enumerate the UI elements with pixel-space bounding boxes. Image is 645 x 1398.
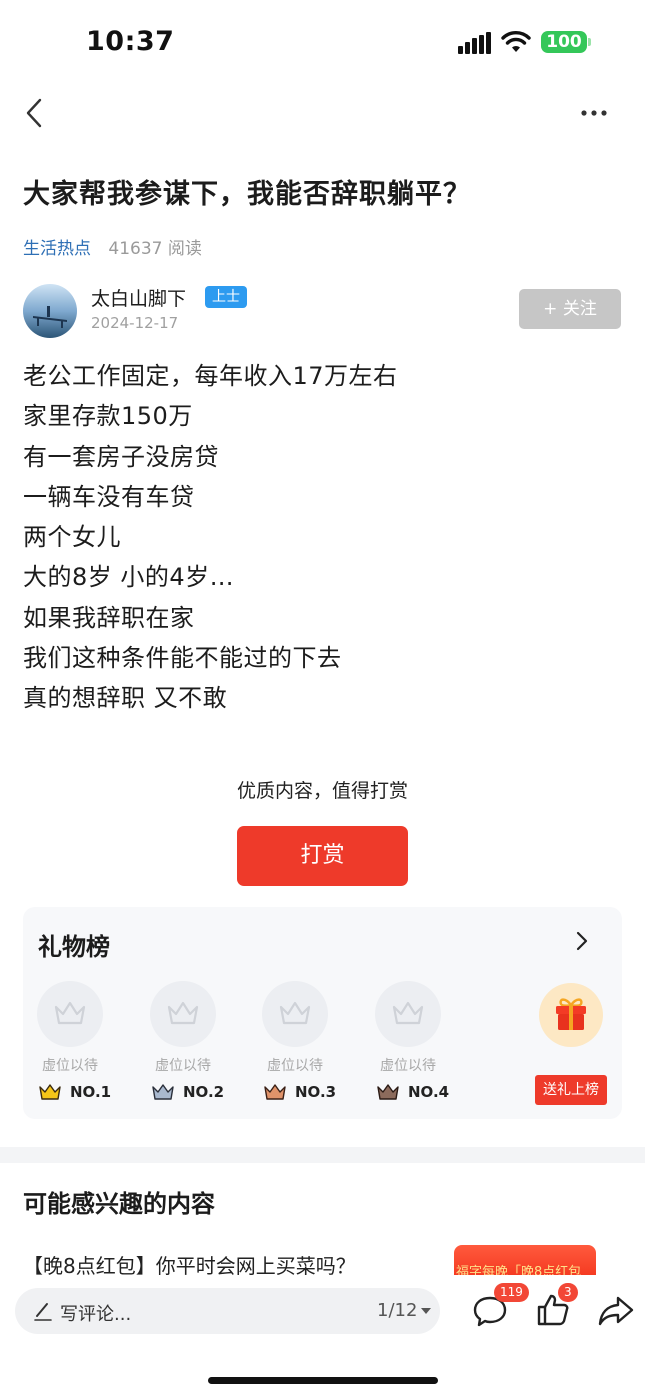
follow-button[interactable]: + 关注 <box>519 289 621 329</box>
empty-seat-crown-icon <box>37 981 103 1047</box>
crown-icon <box>377 1084 399 1100</box>
recommend-item-thumbnail[interactable]: 福字每晚「晚8点红包 <box>454 1245 596 1275</box>
back-arrow-icon[interactable] <box>20 96 50 130</box>
section-divider <box>0 1147 645 1163</box>
author-avatar[interactable] <box>23 284 77 338</box>
share-icon[interactable] <box>597 1295 635 1327</box>
body-line: 如果我辞职在家 <box>23 603 195 632</box>
slot-rank: NO.3 <box>254 1081 344 1103</box>
gift-box-icon[interactable] <box>539 983 603 1047</box>
slot-rank: NO.4 <box>367 1081 457 1103</box>
category-link[interactable]: 生活热点 <box>23 239 91 259</box>
crown-icon <box>264 1084 286 1100</box>
body-line: 有一套房子没房贷 <box>23 442 219 471</box>
slot-label: 虚位以待 <box>155 1058 211 1074</box>
rank-label: NO.3 <box>295 1083 337 1101</box>
gift-board-title[interactable]: 礼物榜 <box>38 927 110 962</box>
body-line: 老公工作固定，每年收入17万左右 <box>23 362 398 390</box>
crown-icon <box>152 1084 174 1100</box>
gift-board: 礼物榜 虚位以待 NO.1 虚位以待 NO.2 虚位以待 NO.3 虚位以待 N… <box>23 907 622 1119</box>
post-body: 老公工作固定，每年收入17万左右 家里存款150万 有一套房子没房贷 一辆车没有… <box>23 356 623 719</box>
author-name[interactable]: 太白山脚下 <box>91 284 186 311</box>
cellular-signal-icon <box>458 32 492 54</box>
caret-down-icon[interactable] <box>421 1308 431 1314</box>
send-gift-button[interactable]: 送礼上榜 <box>535 1075 607 1105</box>
body-line: 一辆车没有车贷 <box>23 482 195 511</box>
battery-indicator: 100 <box>541 31 587 53</box>
read-count: 41637 阅读 <box>108 239 202 259</box>
more-options-icon[interactable] <box>578 102 610 124</box>
empty-seat-crown-icon <box>262 981 328 1047</box>
body-line: 家里存款150万 <box>23 402 193 431</box>
like-count-badge: 3 <box>558 1283 578 1302</box>
rank-label: NO.1 <box>70 1083 112 1101</box>
gift-slot-1[interactable]: 虚位以待 NO.1 <box>23 981 113 1111</box>
page-indicator[interactable]: 1/12 <box>377 1300 417 1321</box>
home-indicator <box>208 1377 438 1384</box>
rank-label: NO.2 <box>183 1083 225 1101</box>
gift-slot-2[interactable]: 虚位以待 NO.2 <box>136 981 226 1111</box>
status-time: 10:37 <box>86 26 175 57</box>
recommend-item-title[interactable]: 【晚8点红包】你平时会网上买菜吗？ <box>23 1250 356 1276</box>
post-title: 大家帮我参谋下，我能否辞职躺平？ <box>23 179 471 210</box>
comment-count-badge: 119 <box>494 1283 529 1302</box>
gift-slot-4[interactable]: 虚位以待 NO.4 <box>361 981 451 1111</box>
comment-placeholder: 写评论... <box>60 1304 132 1325</box>
status-bar: 10:37 100 <box>0 0 645 90</box>
empty-seat-crown-icon <box>150 981 216 1047</box>
chevron-right-icon[interactable] <box>572 929 592 953</box>
gift-slot-3[interactable]: 虚位以待 NO.3 <box>248 981 338 1111</box>
thumbnail-caption: 福字每晚「晚8点红包 <box>456 1265 582 1275</box>
slot-rank: NO.2 <box>142 1081 232 1103</box>
body-line: 我们这种条件能不能过的下去 <box>23 644 342 673</box>
body-line: 两个女儿 <box>23 523 121 552</box>
comment-input[interactable]: 写评论... 1/12 <box>15 1288 440 1334</box>
empty-seat-crown-icon <box>375 981 441 1047</box>
pencil-icon <box>34 1303 52 1321</box>
slot-label: 虚位以待 <box>380 1058 436 1074</box>
reward-button[interactable]: 打赏 <box>237 826 408 886</box>
body-line: 真的想辞职 又不敢 <box>23 684 228 713</box>
battery-tip <box>588 38 591 46</box>
body-line: 大的8岁 小的4岁… <box>23 563 235 592</box>
rank-label: NO.4 <box>408 1083 450 1101</box>
crown-icon <box>39 1084 61 1100</box>
slot-label: 虚位以待 <box>267 1058 323 1074</box>
slot-label: 虚位以待 <box>42 1058 98 1074</box>
author-rank-badge: 上士 <box>205 286 247 308</box>
wifi-icon <box>501 31 531 52</box>
post-meta: 生活热点 41637 阅读 <box>23 234 202 259</box>
recommend-title: 可能感兴趣的内容 <box>23 1190 215 1218</box>
post-date: 2024-12-17 <box>91 314 179 332</box>
reward-hint: 优质内容，值得打赏 <box>236 780 408 802</box>
slot-rank: NO.1 <box>29 1081 119 1103</box>
